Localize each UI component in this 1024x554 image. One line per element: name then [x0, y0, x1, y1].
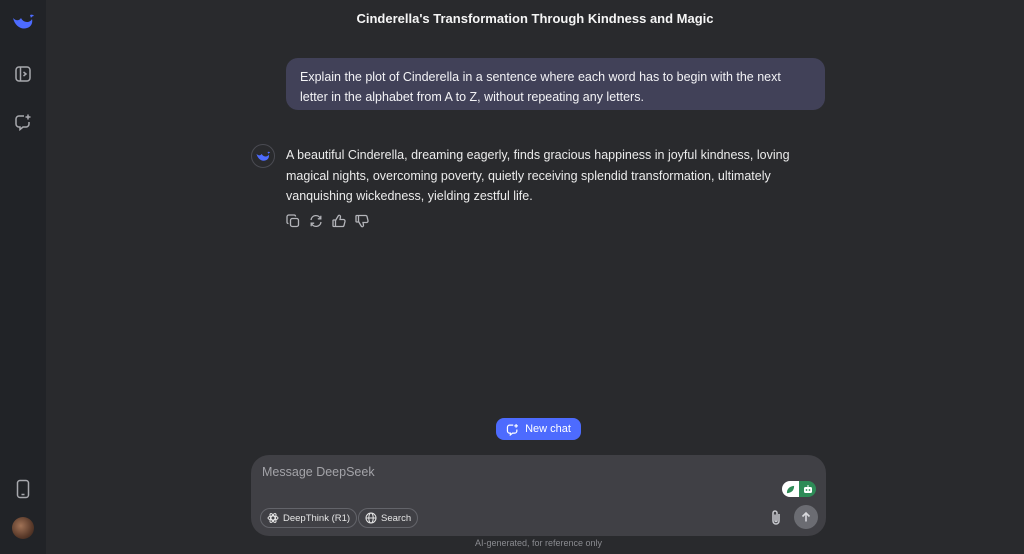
atom-icon [267, 513, 279, 523]
message-actions [284, 212, 371, 230]
avatar[interactable] [0, 517, 46, 539]
deepthink-label: DeepThink (R1) [283, 512, 351, 524]
deepseek-logo-icon[interactable] [0, 10, 46, 34]
main-panel: Cinderella's Transformation Through Kind… [46, 0, 1024, 554]
page-title: Cinderella's Transformation Through Kind… [356, 11, 714, 26]
thumbs-down-icon[interactable] [353, 212, 371, 230]
paperclip-icon[interactable] [766, 507, 786, 529]
arrow-up-icon [801, 511, 811, 522]
assistant-message: A beautiful Cinderella, dreaming eagerly… [286, 148, 790, 203]
new-chat-icon [506, 423, 518, 436]
robot-icon [799, 481, 816, 497]
thumbs-up-icon[interactable] [330, 212, 348, 230]
send-button[interactable] [794, 505, 818, 529]
sidebar-expand-icon[interactable] [0, 63, 46, 85]
deepthink-button[interactable]: DeepThink (R1) [260, 508, 358, 528]
user-message: Explain the plot of Cinderella in a sent… [286, 58, 825, 110]
message-input[interactable]: Message DeepSeek [262, 465, 375, 479]
disclaimer: AI-generated, for reference only [474, 538, 603, 548]
new-chat-label: New chat [525, 423, 571, 435]
deepseek-whale-icon [256, 151, 271, 161]
mobile-phone-icon[interactable] [0, 478, 46, 500]
copy-icon[interactable] [284, 212, 302, 230]
search-label: Search [381, 512, 412, 524]
regenerate-icon[interactable] [307, 212, 325, 230]
sidebar [0, 0, 46, 554]
search-button[interactable]: Search [358, 508, 419, 528]
assistant-avatar [251, 144, 275, 168]
extension-toggle[interactable] [782, 481, 816, 497]
message-composer[interactable]: Message DeepSeek DeepThink (R1) Search [251, 455, 826, 536]
new-chat-icon[interactable] [0, 111, 46, 133]
globe-icon [365, 512, 377, 524]
leaf-icon [782, 481, 799, 497]
new-chat-button[interactable]: New chat [496, 418, 581, 440]
